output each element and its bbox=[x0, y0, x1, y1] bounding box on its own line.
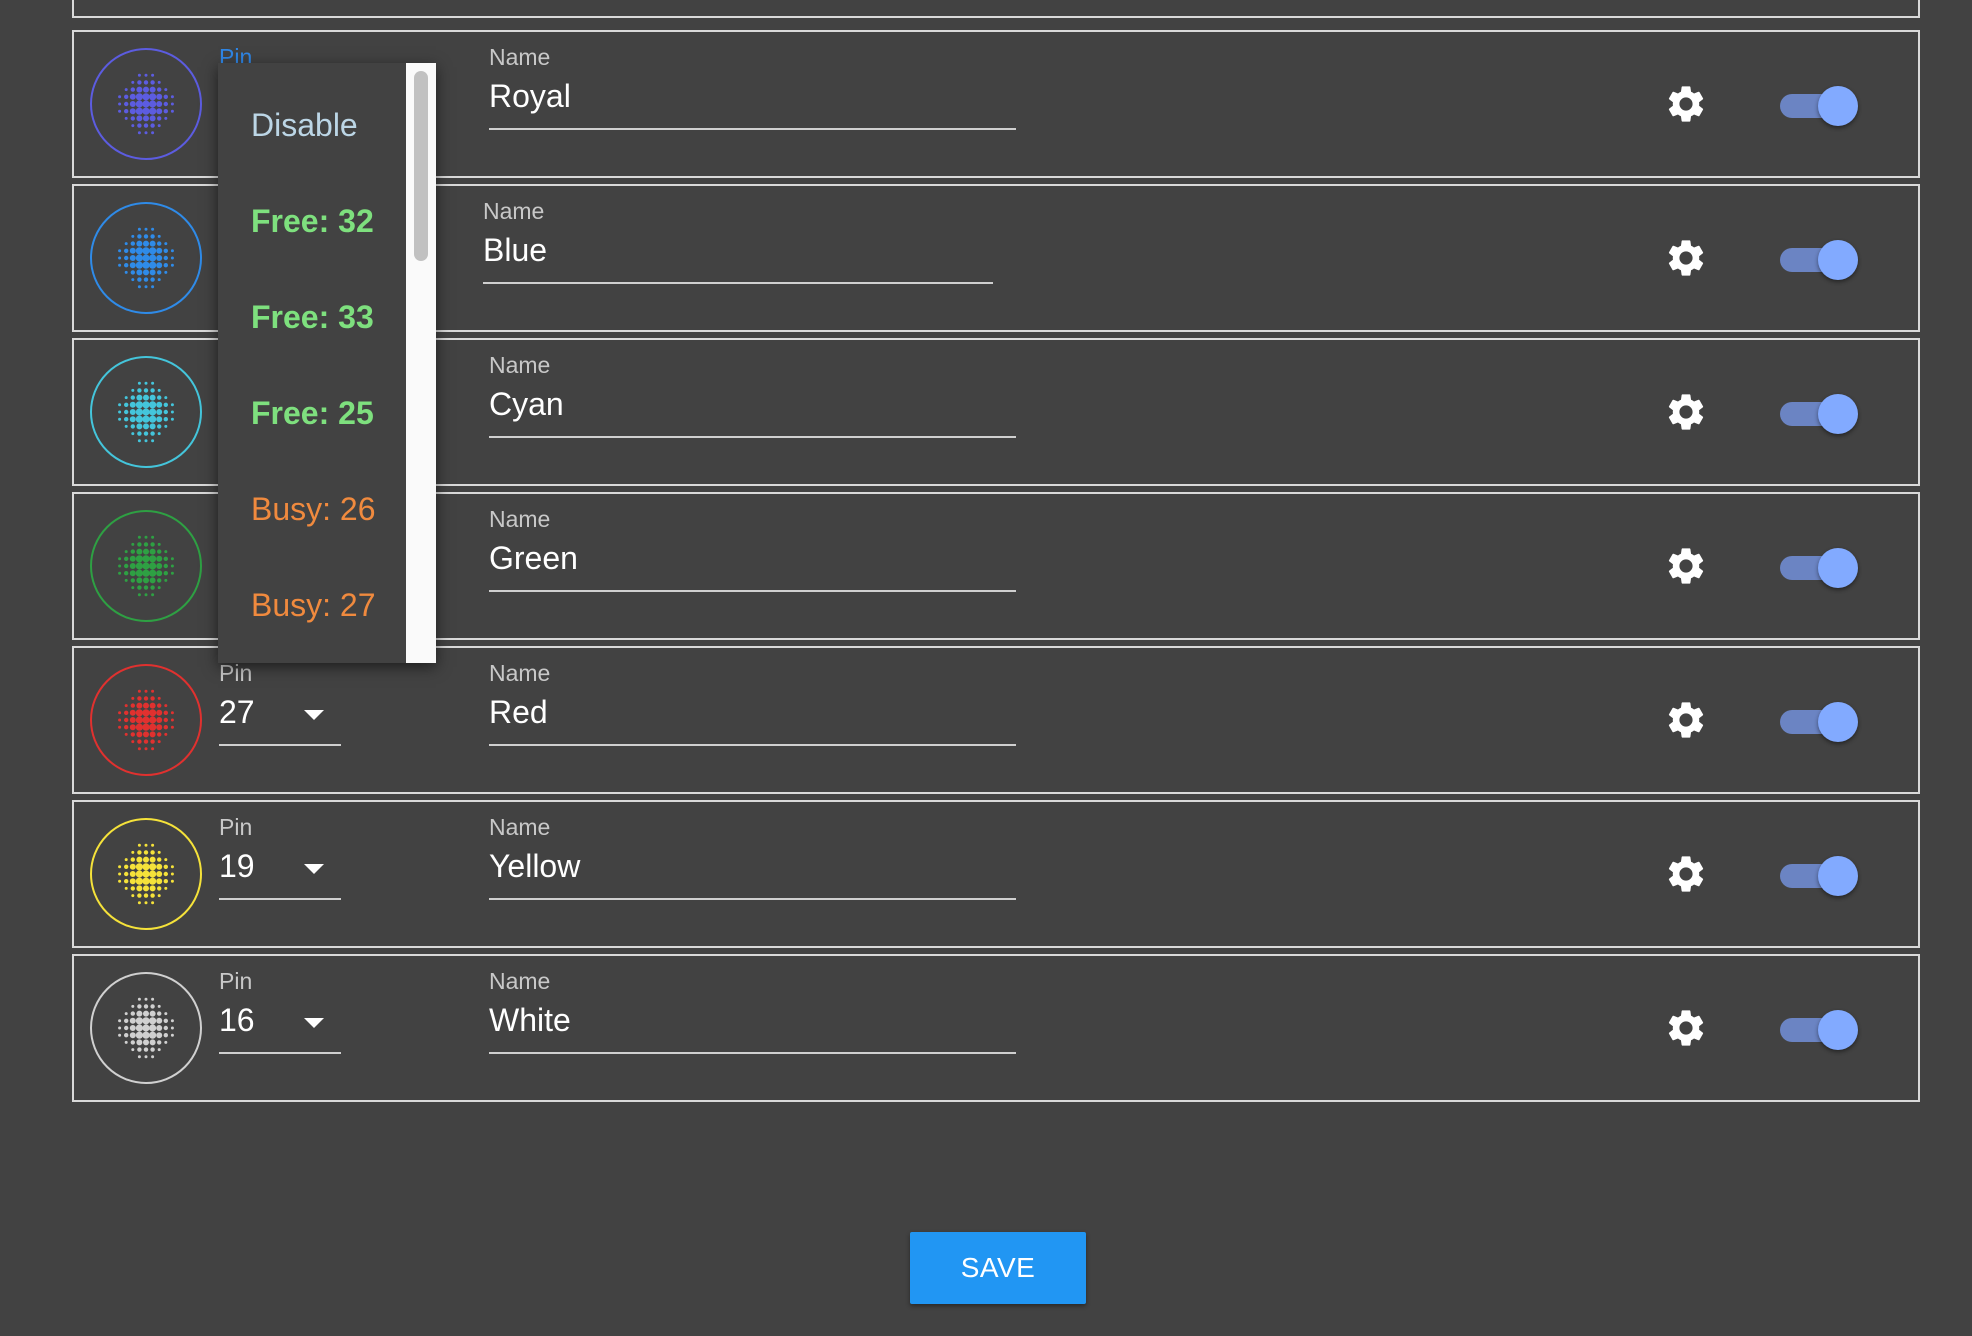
led-icon bbox=[90, 972, 202, 1084]
caret-down-icon[interactable] bbox=[304, 1018, 324, 1028]
toggle-thumb[interactable] bbox=[1818, 856, 1858, 896]
toggle-thumb[interactable] bbox=[1818, 240, 1858, 280]
save-button[interactable]: SAVE bbox=[910, 1232, 1086, 1304]
led-row-red: Pin 27 Name Red bbox=[72, 646, 1920, 794]
toggle-thumb[interactable] bbox=[1818, 548, 1858, 588]
toggle-thumb[interactable] bbox=[1818, 1010, 1858, 1050]
pin-label: Pin bbox=[219, 660, 253, 686]
name-input[interactable]: Cyan bbox=[489, 388, 564, 420]
pin-underline bbox=[219, 898, 341, 900]
gear-icon[interactable] bbox=[1664, 544, 1708, 588]
gear-icon[interactable] bbox=[1664, 236, 1708, 280]
pin-underline bbox=[219, 1052, 341, 1054]
name-underline bbox=[489, 1052, 1016, 1054]
pin-option-free[interactable]: Free: 32 bbox=[251, 205, 374, 237]
name-label: Name bbox=[489, 968, 551, 994]
name-input[interactable]: Blue bbox=[483, 234, 547, 266]
led-icon bbox=[90, 818, 202, 930]
pin-option-busy[interactable]: Busy: 27 bbox=[251, 589, 376, 621]
enable-toggle[interactable] bbox=[1780, 702, 1858, 742]
led-row-yellow: Pin 19 Name Yellow bbox=[72, 800, 1920, 948]
led-icon bbox=[90, 664, 202, 776]
gear-icon[interactable] bbox=[1664, 698, 1708, 742]
enable-toggle[interactable] bbox=[1780, 548, 1858, 588]
enable-toggle[interactable] bbox=[1780, 240, 1858, 280]
name-input[interactable]: Yellow bbox=[489, 850, 580, 882]
name-underline bbox=[483, 282, 993, 284]
led-icon bbox=[90, 510, 202, 622]
enable-toggle[interactable] bbox=[1780, 86, 1858, 126]
enable-toggle[interactable] bbox=[1780, 1010, 1858, 1050]
pin-option-busy[interactable]: Busy: 26 bbox=[251, 493, 376, 525]
name-label: Name bbox=[489, 814, 551, 840]
menu-scrollbar[interactable] bbox=[406, 63, 436, 663]
name-underline bbox=[489, 744, 1016, 746]
pin-label: Pin bbox=[219, 968, 253, 994]
led-icon bbox=[90, 202, 202, 314]
pin-select[interactable]: 19 bbox=[219, 850, 255, 882]
led-row-partial bbox=[72, 0, 1920, 18]
name-label: Name bbox=[489, 44, 551, 70]
gear-icon[interactable] bbox=[1664, 1006, 1708, 1050]
menu-scroll-thumb[interactable] bbox=[414, 71, 428, 261]
pin-label: Pin bbox=[219, 814, 253, 840]
name-underline bbox=[489, 128, 1016, 130]
led-icon bbox=[90, 48, 202, 160]
name-input[interactable]: Red bbox=[489, 696, 548, 728]
name-input[interactable]: Royal bbox=[489, 80, 571, 112]
name-underline bbox=[489, 436, 1016, 438]
enable-toggle[interactable] bbox=[1780, 394, 1858, 434]
gear-icon[interactable] bbox=[1664, 852, 1708, 896]
pin-option-free[interactable]: Free: 33 bbox=[251, 301, 374, 333]
name-label: Name bbox=[489, 352, 551, 378]
name-input[interactable]: White bbox=[489, 1004, 571, 1036]
led-row-white: Pin 16 Name White bbox=[72, 954, 1920, 1102]
name-label: Name bbox=[489, 660, 551, 686]
pin-option-free[interactable]: Free: 25 bbox=[251, 397, 374, 429]
name-underline bbox=[489, 590, 1016, 592]
led-icon bbox=[90, 356, 202, 468]
pin-select[interactable]: 27 bbox=[219, 696, 255, 728]
name-input[interactable]: Green bbox=[489, 542, 578, 574]
toggle-thumb[interactable] bbox=[1818, 702, 1858, 742]
name-label: Name bbox=[483, 198, 545, 224]
name-label: Name bbox=[489, 506, 551, 532]
name-underline bbox=[489, 898, 1016, 900]
toggle-thumb[interactable] bbox=[1818, 86, 1858, 126]
pin-dropdown-menu: Disable Free: 32 Free: 33 Free: 25 Busy: 26 B… bbox=[218, 63, 436, 663]
caret-down-icon[interactable] bbox=[304, 864, 324, 874]
gear-icon[interactable] bbox=[1664, 82, 1708, 126]
gear-icon[interactable] bbox=[1664, 390, 1708, 434]
caret-down-icon[interactable] bbox=[304, 710, 324, 720]
pin-option-disable[interactable]: Disable bbox=[251, 109, 358, 141]
enable-toggle[interactable] bbox=[1780, 856, 1858, 896]
pin-select[interactable]: 16 bbox=[219, 1004, 255, 1036]
pin-underline bbox=[219, 744, 341, 746]
toggle-thumb[interactable] bbox=[1818, 394, 1858, 434]
